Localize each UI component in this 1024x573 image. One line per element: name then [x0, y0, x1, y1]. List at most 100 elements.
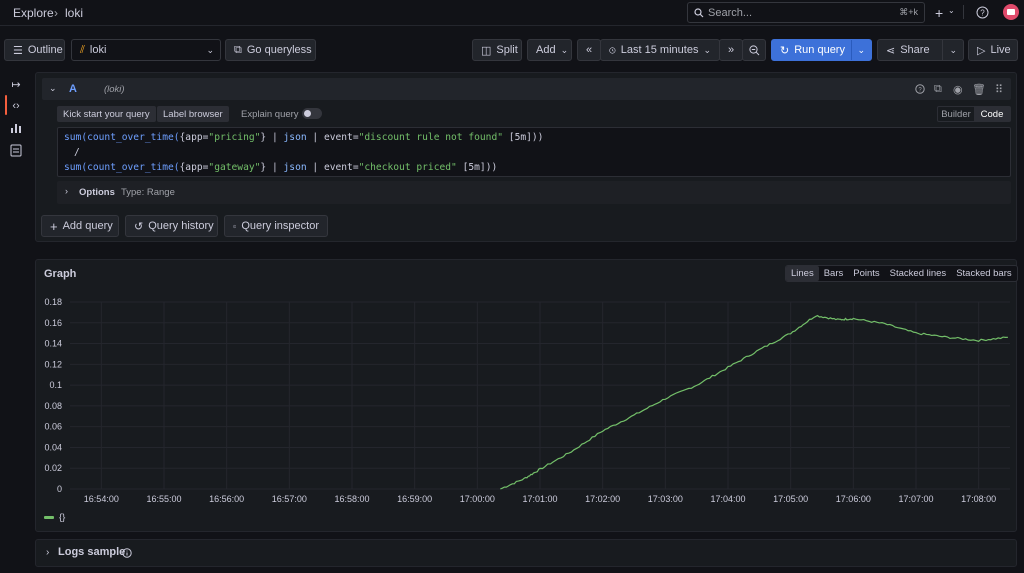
chevron-right-icon: ›	[46, 547, 50, 558]
queryless-icon: ⧉	[234, 43, 242, 56]
x-tick-label: 16:56:00	[209, 494, 244, 504]
time-picker[interactable]: Last 15 minutes ⌄	[600, 39, 720, 61]
y-tick-label: 0.16	[44, 318, 62, 328]
help-icon[interactable]: ?	[915, 84, 925, 94]
x-tick-label: 16:54:00	[84, 494, 119, 504]
mode-lines[interactable]: Lines	[786, 266, 819, 281]
run-query-button[interactable]: ↻ Run query ⌄	[771, 39, 872, 61]
trash-icon[interactable]: 🗑	[972, 83, 986, 96]
chart-grid	[70, 301, 1010, 490]
split-button[interactable]: ◫ Split	[472, 39, 522, 61]
x-tick-label: 17:02:00	[585, 494, 620, 504]
outline-label: Outline	[27, 44, 63, 56]
plus-icon: +	[50, 218, 58, 234]
add-label: Add	[536, 44, 556, 56]
share-icon: ⋖	[886, 44, 896, 57]
search-input[interactable]: Search... ⌘+k	[687, 2, 925, 23]
x-tick-label: 17:01:00	[522, 494, 557, 504]
breadcrumb-explore[interactable]: Explore	[13, 6, 54, 20]
clock-icon	[609, 46, 616, 54]
chevron-down-icon: ⌄	[703, 44, 711, 55]
mode-stacked-bars[interactable]: Stacked bars	[951, 266, 1016, 281]
query-options-row[interactable]: › Options Type: Range	[57, 181, 1011, 204]
y-tick-label: 0.14	[44, 339, 62, 349]
options-type: Type: Range	[121, 187, 175, 198]
list-icon: ☰	[13, 44, 23, 57]
chart-icon[interactable]	[8, 120, 24, 136]
query-letter[interactable]: A	[69, 83, 77, 95]
chevron-down-icon[interactable]: ⌄	[49, 83, 57, 94]
breadcrumb-current: loki	[65, 6, 84, 20]
zoom-out-button[interactable]	[742, 39, 766, 61]
graph-mode-switch: Lines Bars Points Stacked lines Stacked …	[785, 265, 1018, 282]
info-icon	[233, 224, 237, 228]
split-label: Split	[496, 44, 518, 56]
query-inspector-button[interactable]: Query inspector	[224, 215, 328, 237]
run-query-label: Run query	[794, 44, 845, 56]
builder-mode-button[interactable]: Builder	[938, 107, 974, 121]
y-tick-label: 0.02	[44, 463, 62, 473]
legend-swatch	[44, 516, 54, 519]
info-icon	[122, 548, 132, 558]
x-tick-label: 17:05:00	[773, 494, 808, 504]
live-button[interactable]: ▷ Live	[968, 39, 1018, 61]
code-line-1: sum(count_over_time({app="pricing"} | js…	[64, 132, 544, 143]
chevron-down-icon[interactable]: ⌄	[948, 6, 955, 15]
explore-sidebar: ↦ ‹›	[0, 72, 30, 573]
logs-sample-panel[interactable]: › Logs sample	[35, 539, 1017, 567]
code-line-2: /	[74, 147, 80, 158]
kick-start-button[interactable]: Kick start your query	[57, 106, 156, 122]
y-tick-label: 0.08	[44, 401, 62, 411]
x-tick-label: 17:08:00	[961, 494, 996, 504]
legend-label[interactable]: {}	[59, 512, 65, 523]
query-history-button[interactable]: ↺ Query history	[125, 215, 218, 237]
chevrons-right-icon: »	[727, 44, 735, 56]
graph-title: Graph	[44, 268, 77, 280]
avatar[interactable]	[1003, 4, 1019, 20]
time-forward-button[interactable]: »	[719, 39, 743, 61]
y-tick-label: 0.04	[44, 442, 62, 452]
svg-text:?: ?	[980, 9, 985, 18]
explain-query-toggle[interactable]	[302, 108, 322, 119]
series-line	[500, 314, 1008, 490]
share-button[interactable]: ⋖ Share ⌄	[877, 39, 964, 61]
expand-icon[interactable]: ↦	[8, 76, 24, 92]
label-browser-button[interactable]: Label browser	[157, 106, 229, 122]
logs-icon[interactable]	[8, 142, 24, 158]
mode-stacked-lines[interactable]: Stacked lines	[885, 266, 952, 281]
go-queryless-button[interactable]: ⧉ Go queryless	[225, 39, 316, 61]
drag-handle-icon[interactable]: ⠿	[995, 83, 1003, 96]
code-icon[interactable]: ‹›	[8, 98, 24, 114]
copy-icon[interactable]: ⧉	[934, 83, 942, 96]
add-query-button[interactable]: + Add query	[41, 215, 119, 237]
mode-bars[interactable]: Bars	[819, 266, 849, 281]
history-icon: ↺	[134, 220, 144, 233]
mode-points[interactable]: Points	[848, 266, 884, 281]
outline-button[interactable]: ☰ Outline	[4, 39, 65, 61]
time-back-button[interactable]: «	[577, 39, 601, 61]
split-icon: ◫	[481, 44, 492, 57]
loki-logo-icon: ⫽	[80, 43, 85, 56]
chevron-down-icon[interactable]: ⌄	[857, 45, 865, 56]
time-range-label: Last 15 minutes	[620, 44, 699, 56]
x-tick-label: 17:03:00	[648, 494, 683, 504]
eye-icon[interactable]: ◉	[953, 83, 963, 96]
query-code-editor[interactable]: sum(count_over_time({app="pricing"} | js…	[57, 127, 1011, 177]
query-row-header	[42, 78, 1011, 100]
add-button[interactable]: Add ⌄	[527, 39, 572, 61]
search-placeholder: Search...	[708, 7, 753, 19]
x-tick-label: 17:04:00	[710, 494, 745, 504]
time-series-chart[interactable]: 0 0.02 0.04 0.06 0.08 0.1 0.12 0.14 0.16 0.18 16:…	[36, 288, 1016, 510]
code-mode-button[interactable]: Code	[974, 107, 1010, 121]
datasource-label: loki	[89, 44, 107, 56]
go-queryless-label: Go queryless	[246, 44, 312, 56]
help-icon[interactable]: ?	[976, 6, 989, 19]
plus-icon[interactable]: +	[935, 5, 943, 21]
datasource-picker[interactable]: ⫽ loki ⌄	[71, 39, 221, 61]
x-tick-label: 16:58:00	[334, 494, 369, 504]
y-tick-label: 0	[57, 484, 62, 494]
active-indicator	[5, 95, 7, 115]
chevron-down-icon[interactable]: ⌄	[949, 45, 957, 56]
chevron-right-icon: ›	[65, 186, 68, 196]
divider	[942, 40, 943, 60]
